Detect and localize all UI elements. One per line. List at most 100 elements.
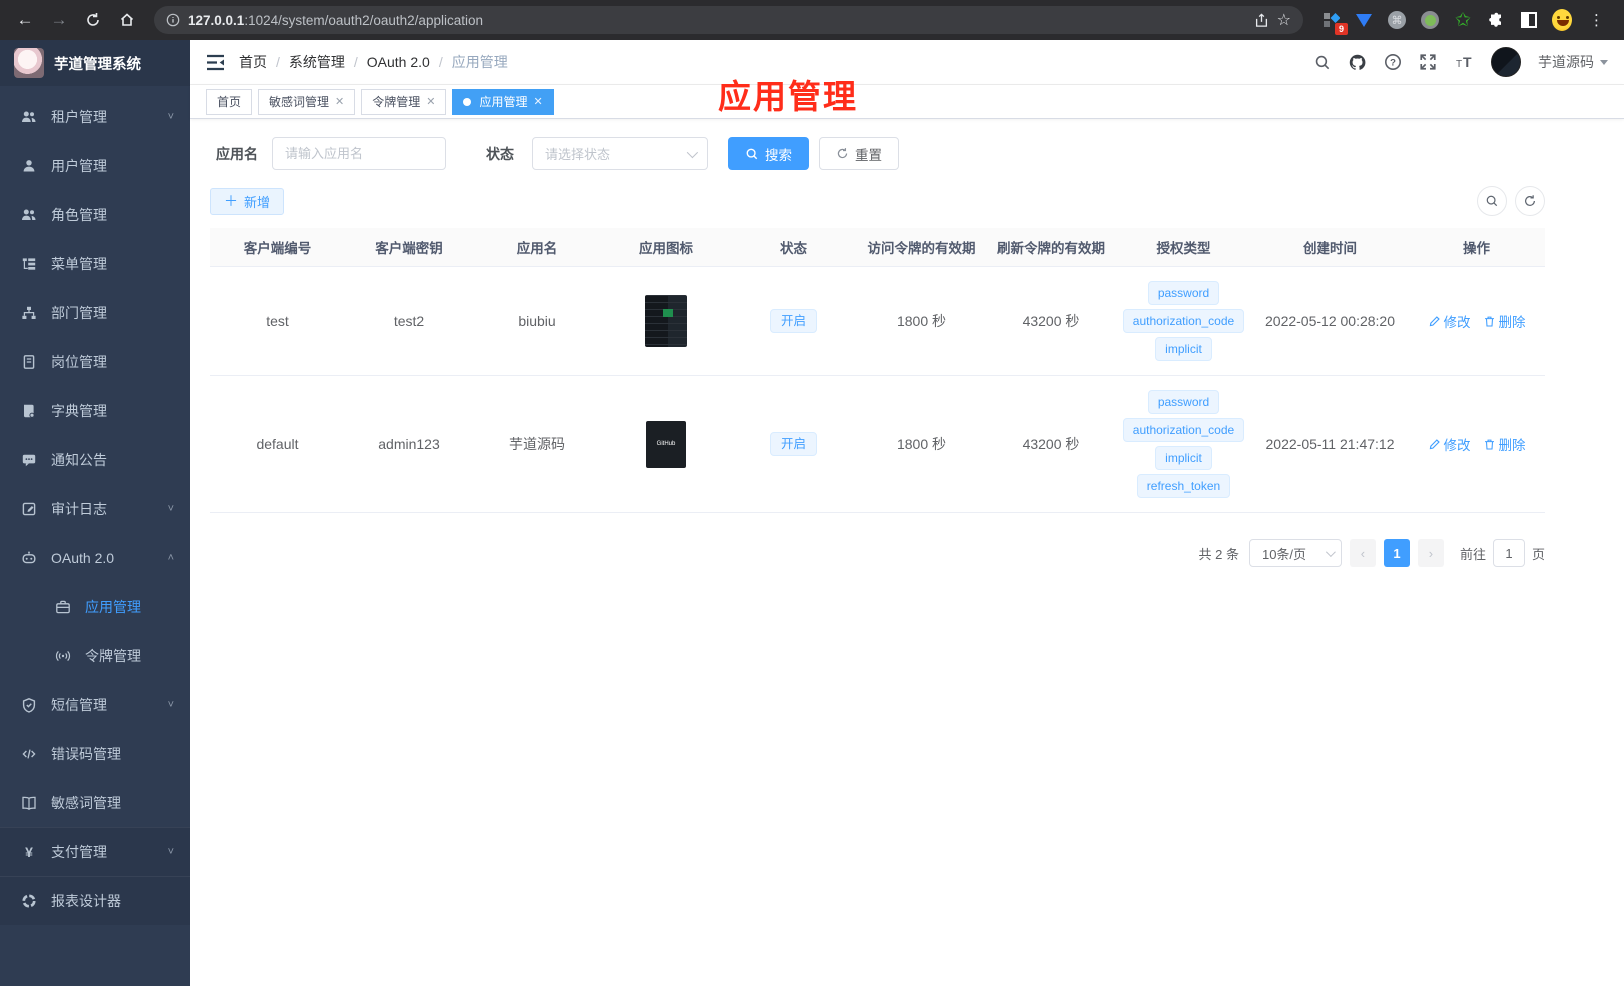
- sidebar-item-岗位管理[interactable]: 岗位管理: [0, 337, 190, 386]
- browser-address-bar[interactable]: 127.0.0.1:1024/system/oauth2/oauth2/appl…: [154, 6, 1303, 34]
- user-avatar[interactable]: [1491, 47, 1521, 77]
- table-header-row: 客户端编号 客户端密钥 应用名 应用图标 状态 访问令牌的有效期 刷新令牌的有效期 授权类型 创…: [210, 228, 1545, 267]
- user-icon: [21, 158, 37, 174]
- app-name-input[interactable]: [272, 137, 446, 170]
- table-toolbar: ＋新增: [210, 186, 1545, 216]
- extension-grid-icon[interactable]: 9: [1321, 10, 1348, 35]
- help-icon[interactable]: ?: [1384, 53, 1402, 71]
- github-icon[interactable]: [1348, 53, 1367, 72]
- edit-button[interactable]: 修改: [1428, 311, 1471, 331]
- sidebar-item-敏感词管理[interactable]: 敏感词管理: [0, 778, 190, 827]
- log-icon: [21, 501, 37, 517]
- extension-record-icon[interactable]: [1420, 10, 1440, 30]
- grant-types: password authorization_code implicit: [1122, 273, 1245, 369]
- breadcrumb-home[interactable]: 首页: [239, 52, 267, 72]
- delete-button[interactable]: 删除: [1483, 434, 1526, 454]
- browser-home-button[interactable]: [112, 5, 142, 35]
- column-header-创建时间: 创建时间: [1303, 241, 1357, 256]
- sidebar-item-通知公告[interactable]: 通知公告: [0, 435, 190, 484]
- grant-type-tag: implicit: [1155, 337, 1212, 361]
- browser-menu-icon[interactable]: ⋮: [1585, 11, 1608, 29]
- sidebar-item-短信管理[interactable]: 短信管理 ˅: [0, 680, 190, 729]
- access-token-ttl: 1800 秒: [896, 313, 947, 329]
- font-size-icon[interactable]: TT: [1454, 53, 1474, 71]
- client-secret: test2: [393, 313, 425, 329]
- page-size-select[interactable]: 10条/页: [1248, 539, 1342, 567]
- sidebar-item-支付管理[interactable]: ¥ 支付管理 ˅: [0, 827, 190, 876]
- sidebar-item-字典管理[interactable]: 字典管理: [0, 386, 190, 435]
- sidebar-item-OAuth 2.0[interactable]: OAuth 2.0 ˄: [0, 533, 190, 582]
- current-page-button[interactable]: 1: [1383, 539, 1410, 567]
- sidebar-item-错误码管理[interactable]: 错误码管理: [0, 729, 190, 778]
- svg-text:T: T: [1456, 59, 1462, 70]
- column-header-授权类型: 授权类型: [1156, 241, 1211, 256]
- app-title: 芋道管理系统: [54, 56, 141, 73]
- reset-button[interactable]: 重置: [819, 137, 899, 170]
- sidebar-item-报表设计器[interactable]: 报表设计器: [0, 876, 190, 925]
- sidebar-item-部门管理[interactable]: 部门管理: [0, 288, 190, 337]
- extension-command-icon[interactable]: ⌘: [1387, 10, 1407, 30]
- pagination: 共 2 条 10条/页 ‹ 1 › 前往 页: [210, 539, 1545, 567]
- grant-type-tag: implicit: [1155, 446, 1212, 470]
- browser-extensions: 9 ⌘ ✩ ⋮: [1315, 9, 1614, 35]
- column-header-操作: 操作: [1463, 241, 1490, 256]
- sidebar-item-租户管理[interactable]: 租户管理 ˅: [0, 92, 190, 141]
- page-content: 应用名 状态 请选择状态 搜索 重置 ＋新增: [190, 119, 1624, 986]
- share-icon[interactable]: [1254, 13, 1269, 28]
- add-button[interactable]: ＋新增: [210, 187, 285, 215]
- extensions-puzzle-icon[interactable]: [1486, 10, 1506, 30]
- sidebar-item-令牌管理[interactable]: 令牌管理: [0, 631, 190, 680]
- code-icon: [21, 746, 37, 762]
- grant-type-tag: password: [1147, 281, 1220, 305]
- app-logo: 芋道管理系统: [0, 40, 190, 86]
- sidebar-item-用户管理[interactable]: 用户管理: [0, 141, 190, 190]
- goto-page-input[interactable]: [1492, 539, 1525, 567]
- next-page-button[interactable]: ›: [1417, 539, 1444, 567]
- show-search-toggle-button[interactable]: [1477, 186, 1507, 216]
- breadcrumb-system[interactable]: 系统管理: [289, 52, 345, 72]
- close-icon[interactable]: ✕: [426, 95, 435, 108]
- theme-toggle-icon[interactable]: [1519, 10, 1539, 30]
- browser-profile-avatar[interactable]: [1552, 9, 1572, 31]
- extension-star-icon[interactable]: ✩: [1453, 10, 1473, 30]
- sidebar-item-应用管理[interactable]: 应用管理: [0, 582, 190, 631]
- delete-button[interactable]: 删除: [1483, 311, 1526, 331]
- close-icon[interactable]: ✕: [335, 95, 344, 108]
- header-search-icon[interactable]: [1314, 54, 1331, 71]
- badge-icon: [21, 354, 37, 370]
- column-header-访问令牌的有效期: 访问令牌的有效期: [867, 241, 976, 256]
- status-select[interactable]: 请选择状态: [532, 137, 708, 170]
- url-path: :1024/system/oauth2/oauth2/application: [244, 12, 483, 28]
- tab-敏感词管理[interactable]: 敏感词管理 ✕: [258, 88, 356, 115]
- sidebar-menu: 租户管理 ˅ 用户管理 角色管理 菜单管理 部门管理 岗位管理 字典管理 通知公告 审计日志 ˅ OA…: [0, 86, 190, 986]
- sidebar-item-角色管理[interactable]: 角色管理: [0, 190, 190, 239]
- browser-chrome: ← → 127.0.0.1:1024/system/oauth2/oauth2/…: [0, 0, 1624, 40]
- site-info-icon[interactable]: [166, 13, 180, 27]
- chevron-down-icon: [1600, 59, 1608, 65]
- sidebar-item-审计日志[interactable]: 审计日志 ˅: [0, 484, 190, 533]
- column-header-客户端密钥: 客户端密钥: [375, 241, 443, 256]
- org-icon: [21, 305, 37, 321]
- sidebar-collapse-icon[interactable]: [206, 54, 225, 71]
- url-host: 127.0.0.1: [188, 12, 245, 28]
- prev-page-button[interactable]: ‹: [1349, 539, 1376, 567]
- tab-令牌管理[interactable]: 令牌管理 ✕: [361, 88, 447, 115]
- pie-icon: [21, 893, 37, 909]
- edit-button[interactable]: 修改: [1428, 434, 1471, 454]
- search-button[interactable]: 搜索: [728, 137, 809, 170]
- tab-首页[interactable]: 首页: [206, 88, 253, 115]
- browser-forward-button[interactable]: →: [44, 5, 74, 35]
- column-header-状态: 状态: [780, 241, 807, 256]
- refresh-table-button[interactable]: [1515, 186, 1545, 216]
- browser-back-button[interactable]: ←: [10, 5, 40, 35]
- breadcrumb-oauth[interactable]: OAuth 2.0: [367, 54, 430, 70]
- sidebar-item-菜单管理[interactable]: 菜单管理: [0, 239, 190, 288]
- close-icon[interactable]: ✕: [534, 95, 543, 108]
- extension-gem-icon[interactable]: [1354, 10, 1374, 30]
- user-menu[interactable]: 芋道源码: [1538, 52, 1608, 72]
- tab-应用管理[interactable]: 应用管理 ✕: [452, 88, 554, 115]
- browser-refresh-button[interactable]: [78, 5, 108, 35]
- client-id: test: [266, 313, 289, 329]
- fullscreen-icon[interactable]: [1419, 53, 1437, 71]
- bookmark-star-icon[interactable]: ☆: [1277, 10, 1291, 30]
